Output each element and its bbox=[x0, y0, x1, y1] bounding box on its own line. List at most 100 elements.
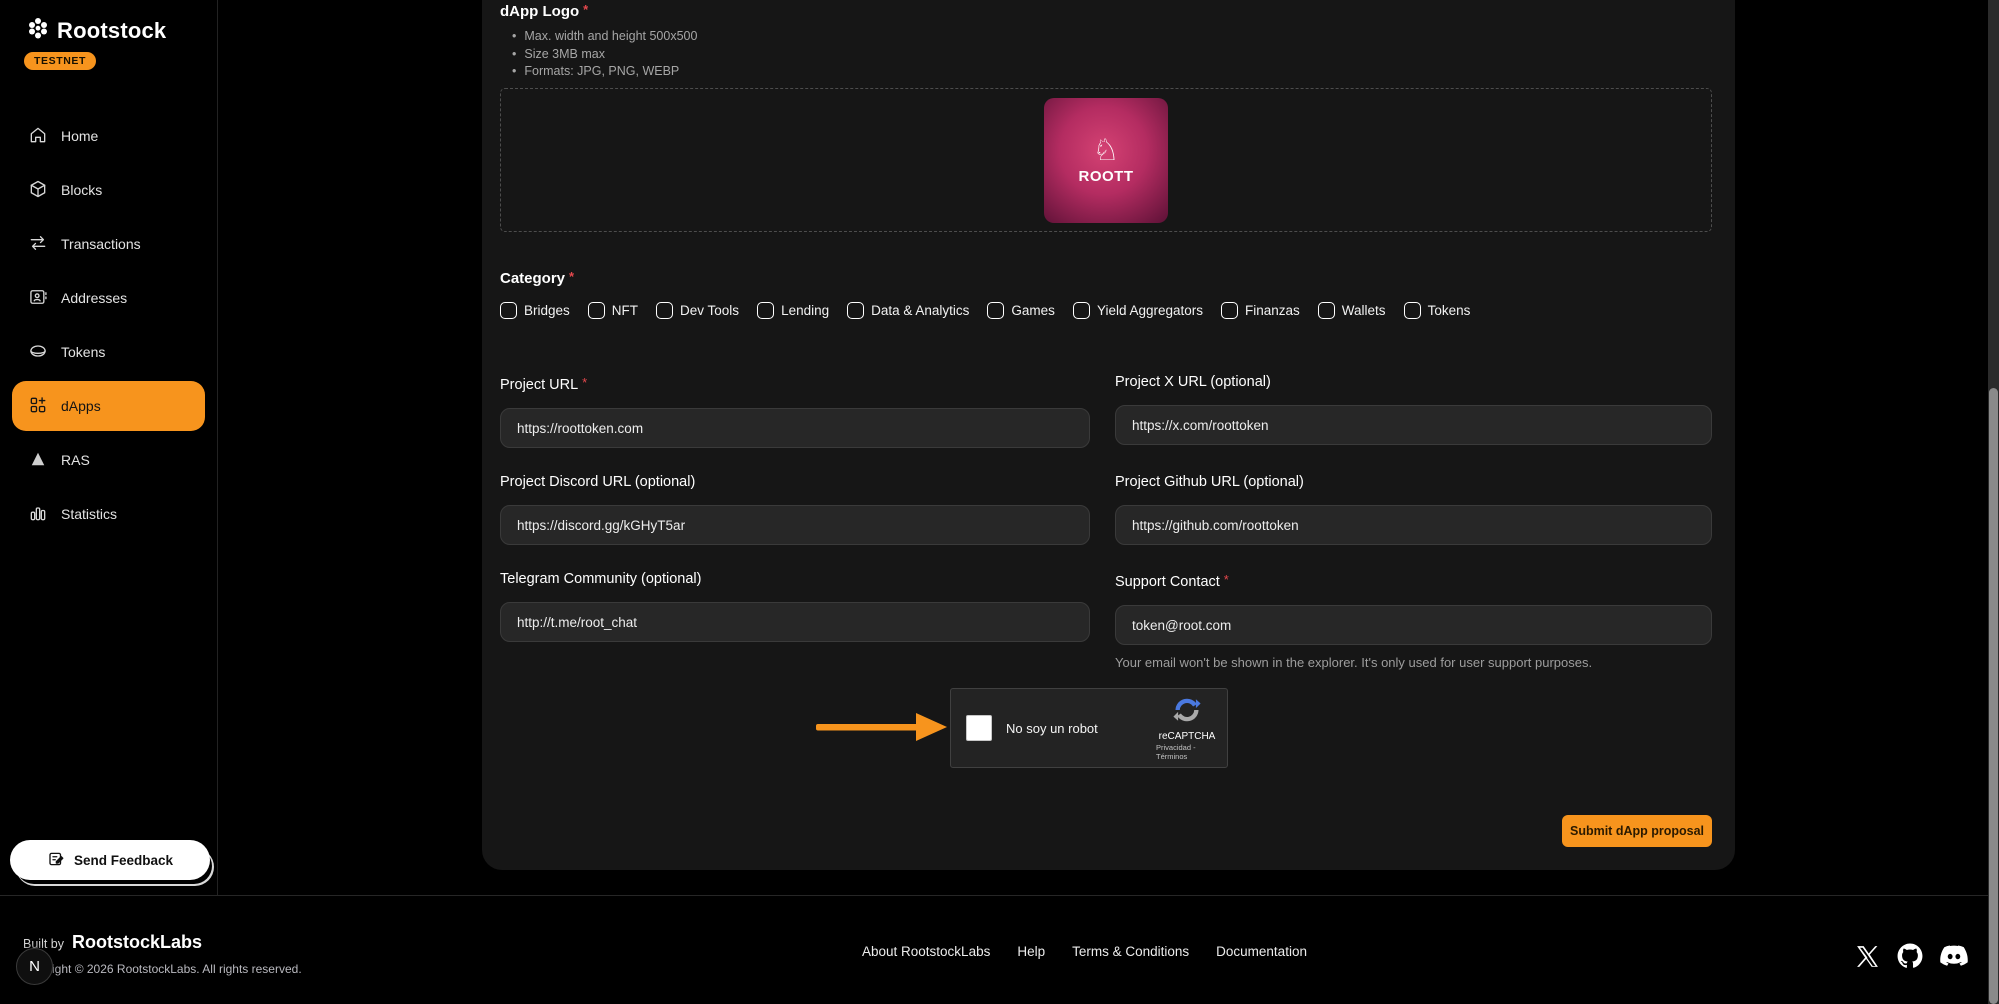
submit-dapp-proposal-button[interactable]: Submit dApp proposal bbox=[1562, 815, 1712, 847]
project-discord-url-input[interactable] bbox=[500, 505, 1090, 545]
required-asterisk: * bbox=[582, 375, 587, 390]
project-x-url-label: Project X URL (optional) bbox=[1115, 374, 1712, 391]
discord-icon[interactable] bbox=[1940, 942, 1968, 975]
contact-card-icon bbox=[28, 287, 48, 310]
sidebar-item-tokens[interactable]: Tokens bbox=[0, 325, 217, 379]
checkbox-icon[interactable] bbox=[1221, 302, 1238, 319]
coin-icon bbox=[28, 341, 48, 364]
orange-pointer-arrow-icon bbox=[816, 707, 948, 747]
chess-knight-icon: ♘ bbox=[1093, 136, 1120, 166]
checkbox-icon[interactable] bbox=[500, 302, 517, 319]
sidebar-item-transactions[interactable]: Transactions bbox=[0, 217, 217, 271]
recaptcha-checkbox[interactable] bbox=[966, 715, 992, 741]
checkbox-icon[interactable] bbox=[757, 302, 774, 319]
footer-link-terms[interactable]: Terms & Conditions bbox=[1072, 944, 1189, 959]
logo-dropzone[interactable]: ♘ ROOTT bbox=[500, 88, 1712, 232]
checkbox-icon[interactable] bbox=[656, 302, 673, 319]
logo-preview-text: ROOTT bbox=[1079, 168, 1134, 185]
support-contact-input[interactable] bbox=[1115, 605, 1712, 645]
github-icon[interactable] bbox=[1897, 943, 1923, 974]
recaptcha-privacy-terms[interactable]: Privacidad - Términos bbox=[1156, 743, 1218, 761]
sidebar-item-blocks[interactable]: Blocks bbox=[0, 163, 217, 217]
logo-rule: Size 3MB max bbox=[512, 46, 697, 64]
support-contact-helper: Your email won't be shown in the explore… bbox=[1115, 655, 1712, 670]
project-url-label: Project URL* bbox=[500, 374, 1090, 394]
category-checkbox-wallets[interactable]: Wallets bbox=[1318, 302, 1386, 319]
dapp-proposal-form-panel: dApp Logo* Max. width and height 500x500… bbox=[482, 0, 1735, 870]
telegram-community-field: Telegram Community (optional) bbox=[500, 571, 1090, 670]
brand-name: Rootstock bbox=[57, 18, 166, 44]
url-fields-grid: Project URL* Project X URL (optional) Pr… bbox=[500, 374, 1712, 670]
category-checkbox-lending[interactable]: Lending bbox=[757, 302, 829, 319]
checkbox-icon[interactable] bbox=[847, 302, 864, 319]
support-contact-field: Support Contact* Your email won't be sho… bbox=[1115, 571, 1712, 670]
category-options: Bridges NFT Dev Tools Lending Data & Ana… bbox=[500, 302, 1470, 319]
home-icon bbox=[28, 125, 48, 148]
telegram-community-label: Telegram Community (optional) bbox=[500, 571, 1090, 588]
sidebar: Rootstock TESTNET Home Blocks Transactio… bbox=[0, 0, 218, 895]
category-checkbox-nft[interactable]: NFT bbox=[588, 302, 638, 319]
footer: Built by RootstockLabs Copyright © 2026 … bbox=[0, 895, 1999, 1004]
dapp-logo-label: dApp Logo* bbox=[500, 2, 588, 20]
grid-plus-icon bbox=[28, 395, 48, 418]
logo-preview: ♘ ROOTT bbox=[1044, 98, 1168, 223]
telegram-community-input[interactable] bbox=[500, 602, 1090, 642]
checkbox-icon[interactable] bbox=[1318, 302, 1335, 319]
company-name: RootstockLabs bbox=[72, 932, 202, 953]
sidebar-item-home[interactable]: Home bbox=[0, 109, 217, 163]
project-github-url-input[interactable] bbox=[1115, 505, 1712, 545]
built-by: Built by RootstockLabs bbox=[23, 932, 202, 953]
checkbox-icon[interactable] bbox=[987, 302, 1004, 319]
project-discord-url-field: Project Discord URL (optional) bbox=[500, 474, 1090, 545]
footer-socials bbox=[1855, 942, 1968, 975]
support-contact-label: Support Contact* bbox=[1115, 571, 1712, 591]
triangle-icon bbox=[28, 449, 48, 472]
category-checkbox-finanzas[interactable]: Finanzas bbox=[1221, 302, 1300, 319]
scrollbar-track[interactable] bbox=[1988, 0, 1999, 1004]
checkbox-icon[interactable] bbox=[1404, 302, 1421, 319]
category-checkbox-dev-tools[interactable]: Dev Tools bbox=[656, 302, 739, 319]
brand: Rootstock bbox=[0, 0, 217, 45]
sidebar-item-addresses[interactable]: Addresses bbox=[0, 271, 217, 325]
footer-link-about[interactable]: About RootstockLabs bbox=[862, 944, 990, 959]
avatar[interactable]: N bbox=[16, 948, 53, 985]
category-checkbox-games[interactable]: Games bbox=[987, 302, 1055, 319]
cube-icon bbox=[28, 179, 48, 202]
logo-rule: Formats: JPG, PNG, WEBP bbox=[512, 63, 697, 81]
recaptcha-brand-text: reCAPTCHA bbox=[1159, 731, 1216, 742]
scrollbar-thumb[interactable] bbox=[1989, 388, 1998, 1004]
recaptcha-widget: No soy un robot reCAPTCHA Privacidad - T… bbox=[950, 688, 1228, 768]
testnet-badge: TESTNET bbox=[24, 52, 96, 70]
feedback-note-icon bbox=[47, 850, 65, 871]
send-feedback-button[interactable]: Send Feedback bbox=[10, 840, 210, 880]
project-url-input[interactable] bbox=[500, 408, 1090, 448]
category-checkbox-bridges[interactable]: Bridges bbox=[500, 302, 570, 319]
category-checkbox-data-analytics[interactable]: Data & Analytics bbox=[847, 302, 969, 319]
sidebar-nav: Home Blocks Transactions Addresses Token… bbox=[0, 109, 217, 541]
project-x-url-field: Project X URL (optional) bbox=[1115, 374, 1712, 448]
logo-rule: Max. width and height 500x500 bbox=[512, 28, 697, 46]
footer-link-documentation[interactable]: Documentation bbox=[1216, 944, 1307, 959]
checkbox-icon[interactable] bbox=[588, 302, 605, 319]
category-label: Category* bbox=[500, 269, 574, 287]
logo-rules-list: Max. width and height 500x500 Size 3MB m… bbox=[512, 28, 697, 81]
sidebar-item-ras[interactable]: RAS bbox=[0, 433, 217, 487]
recaptcha-branding: reCAPTCHA Privacidad - Términos bbox=[1156, 695, 1218, 761]
x-twitter-icon[interactable] bbox=[1855, 944, 1880, 974]
required-asterisk: * bbox=[569, 269, 574, 284]
sidebar-item-statistics[interactable]: Statistics bbox=[0, 487, 217, 541]
project-github-url-field: Project Github URL (optional) bbox=[1115, 474, 1712, 545]
swap-arrows-icon bbox=[28, 233, 48, 256]
category-checkbox-tokens[interactable]: Tokens bbox=[1404, 302, 1471, 319]
footer-link-help[interactable]: Help bbox=[1017, 944, 1045, 959]
sidebar-item-dapps[interactable]: dApps bbox=[12, 381, 205, 431]
project-discord-url-label: Project Discord URL (optional) bbox=[500, 474, 1090, 491]
bar-chart-icon bbox=[28, 503, 48, 526]
category-checkbox-yield-aggregators[interactable]: Yield Aggregators bbox=[1073, 302, 1203, 319]
project-url-field: Project URL* bbox=[500, 374, 1090, 448]
project-github-url-label: Project Github URL (optional) bbox=[1115, 474, 1712, 491]
required-asterisk: * bbox=[583, 2, 588, 17]
checkbox-icon[interactable] bbox=[1073, 302, 1090, 319]
project-x-url-input[interactable] bbox=[1115, 405, 1712, 445]
required-asterisk: * bbox=[1224, 572, 1229, 587]
